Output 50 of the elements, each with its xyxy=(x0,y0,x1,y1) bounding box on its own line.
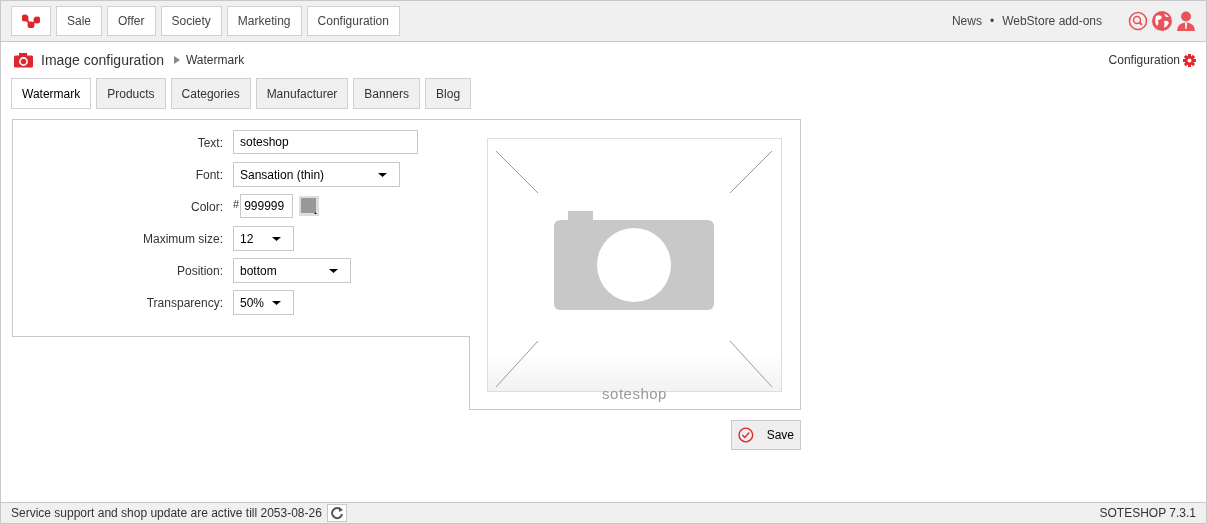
page-title: Image configuration xyxy=(41,52,164,68)
separator-dot: • xyxy=(989,14,995,28)
breadcrumb-current: Watermark xyxy=(185,53,245,67)
save-button[interactable]: Save xyxy=(731,420,801,450)
field-label: Position: xyxy=(175,263,224,278)
nav-button[interactable]: Marketing xyxy=(226,6,302,36)
tab[interactable]: Blog xyxy=(425,78,472,109)
tab[interactable]: Manufacturer xyxy=(255,78,349,109)
camera-icon xyxy=(14,52,33,68)
caret-icon xyxy=(329,268,338,273)
configuration-link[interactable]: Configuration xyxy=(1108,53,1180,67)
tab[interactable]: Watermark xyxy=(11,78,92,109)
tab[interactable]: Categories xyxy=(170,78,251,109)
field-label: Transparency: xyxy=(145,295,224,310)
version-label: SOTESHOP 7.3.1 xyxy=(1099,506,1196,520)
settings-icon[interactable] xyxy=(1183,53,1196,67)
field-label: Color: xyxy=(190,199,224,214)
caret-icon xyxy=(272,236,281,241)
dropdown[interactable]: bottom xyxy=(233,258,351,283)
refresh-icon xyxy=(329,506,344,520)
search-icon[interactable] xyxy=(1128,11,1148,31)
arrow-icon xyxy=(173,56,180,64)
hash-sign: # xyxy=(233,197,240,210)
dropdown[interactable]: 12 xyxy=(233,226,294,251)
nav-button[interactable]: Sale xyxy=(56,6,103,36)
globe-icon[interactable] xyxy=(1152,11,1172,31)
nav-button[interactable]: Society xyxy=(160,6,222,36)
refresh-button[interactable] xyxy=(326,504,347,522)
watermark-text: soteshop xyxy=(601,385,668,402)
nav-button[interactable]: Offer xyxy=(107,6,156,36)
text-field[interactable]: soteshop xyxy=(233,130,418,154)
caret-icon xyxy=(378,172,387,177)
field-label: Maximum size: xyxy=(142,231,224,246)
nav-button[interactable]: Configuration xyxy=(306,6,400,36)
check-icon xyxy=(738,427,754,443)
nav-link[interactable]: News xyxy=(951,14,982,28)
nav-link[interactable]: WebStore add-ons xyxy=(1002,14,1102,28)
color-swatch[interactable] xyxy=(299,196,320,216)
dropdown[interactable]: Sansation (thin) xyxy=(233,162,400,187)
tab[interactable]: Banners xyxy=(353,78,421,109)
network-icon xyxy=(22,14,40,28)
user-icon[interactable] xyxy=(1176,11,1196,31)
caret-icon xyxy=(272,300,281,305)
color-field[interactable]: 999999 xyxy=(240,194,294,218)
status-message: Service support and shop update are active till 2053-08-26 xyxy=(11,506,322,520)
tab[interactable]: Products xyxy=(96,78,166,109)
field-label: Text: xyxy=(196,135,224,150)
logo-button[interactable] xyxy=(11,6,51,36)
field-label: Font: xyxy=(194,167,224,182)
dropdown[interactable]: 50% xyxy=(233,290,294,315)
